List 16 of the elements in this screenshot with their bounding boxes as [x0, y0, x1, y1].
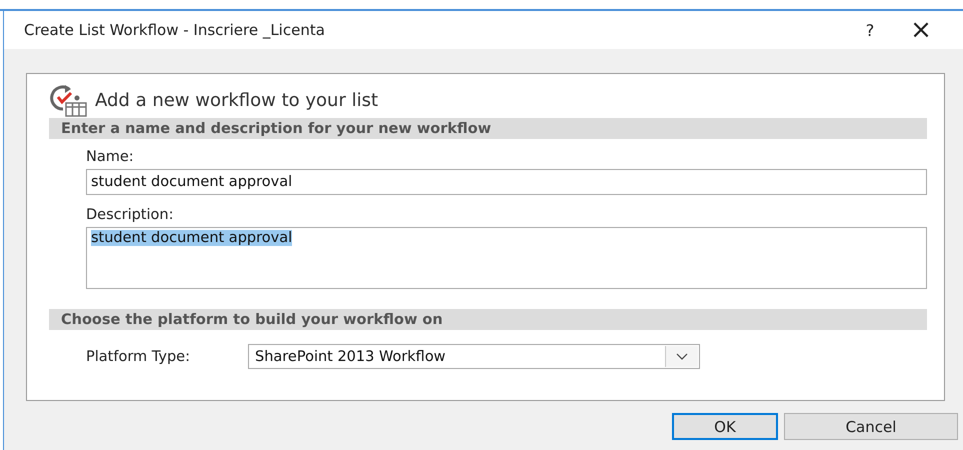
dialog-button[interactable]: OK	[672, 413, 778, 440]
field-label: Name:	[86, 149, 135, 165]
field-label: Description:	[86, 207, 174, 223]
platform-dropdown[interactable]: SharePoint 2013 Workflow	[248, 344, 700, 369]
dialog-button[interactable]: Cancel	[784, 413, 958, 440]
chevron-down-icon	[676, 353, 688, 360]
panel-heading: Add a new workflow to your list	[95, 90, 378, 110]
close-button[interactable]: ×	[893, 13, 949, 47]
description-field[interactable]: student document approval	[86, 227, 927, 289]
window-title: Create List Workflow - Inscriere _Licenta	[24, 21, 326, 39]
field-label: Platform Type:	[86, 348, 191, 364]
section-header: Enter a name and description for your new workflow	[49, 118, 927, 139]
section-header: Choose the platform to build your workflow on	[49, 309, 927, 330]
help-button[interactable]: ?	[847, 13, 893, 47]
name-field[interactable]: student document approval	[86, 169, 927, 195]
workflow-list-icon	[49, 83, 87, 117]
